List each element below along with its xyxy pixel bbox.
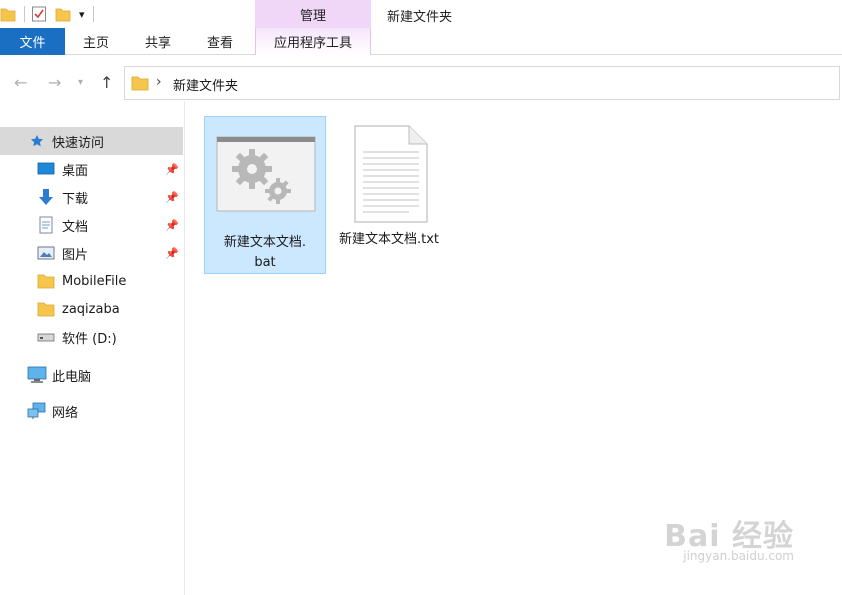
- sidebar-item-label: 文档: [62, 219, 89, 235]
- address-bar[interactable]: › 新建文件夹: [124, 66, 840, 100]
- ribbon-tabs: 文件 主页 共享 查看 应用程序工具: [0, 28, 842, 55]
- chevron-right-icon[interactable]: ›: [156, 74, 162, 90]
- folder-icon: [131, 76, 149, 91]
- tab-share[interactable]: 共享: [128, 28, 188, 55]
- sidebar-item-label: 软件 (D:): [62, 331, 117, 347]
- sidebar-item-downloads[interactable]: 下载 📌: [0, 183, 183, 211]
- pin-icon[interactable]: 📌: [165, 219, 179, 232]
- pin-icon[interactable]: 📌: [165, 247, 179, 260]
- text-file-icon: [354, 125, 428, 223]
- sidebar-item-label: 下载: [62, 191, 89, 207]
- sidebar-item-label: 此电脑: [52, 369, 92, 385]
- sidebar-item-mobilefile[interactable]: MobileFile: [0, 267, 183, 295]
- properties-icon[interactable]: [31, 5, 47, 23]
- watermark: Bai 经验 jingyan.baidu.com: [664, 511, 794, 563]
- tab-view[interactable]: 查看: [190, 28, 250, 55]
- up-arrow-icon[interactable]: ↑: [100, 73, 113, 92]
- sidebar-item-zaqizaba[interactable]: zaqizaba: [0, 295, 183, 323]
- quick-access-toolbar: ▾: [0, 4, 100, 24]
- tab-home[interactable]: 主页: [66, 28, 126, 55]
- toolbar-separator: [24, 6, 25, 22]
- pin-icon[interactable]: 📌: [165, 191, 179, 204]
- watermark-url: jingyan.baidu.com: [683, 549, 794, 563]
- customize-toolbar-icon[interactable]: ▾: [79, 8, 85, 21]
- recent-locations-icon[interactable]: ▾: [78, 77, 83, 88]
- sidebar-item-label: 桌面: [62, 163, 89, 179]
- tab-file[interactable]: 文件: [0, 28, 65, 55]
- file-name: 新建文本文档.txt: [338, 232, 440, 247]
- window-title: 新建文件夹: [387, 10, 453, 25]
- folder-icon: [37, 274, 55, 289]
- tab-application-tools[interactable]: 应用程序工具: [255, 28, 371, 55]
- new-folder-icon[interactable]: [55, 5, 71, 23]
- sidebar-item-desktop[interactable]: 桌面 📌: [0, 155, 183, 183]
- desktop-icon: [37, 162, 55, 175]
- file-item-txt[interactable]: 新建文本文档.txt: [328, 116, 450, 256]
- sidebar-item-documents[interactable]: 文档 📌: [0, 211, 183, 239]
- computer-icon: [27, 366, 47, 383]
- navigation-pane: 快速访问 桌面 📌 下载 📌 文档 📌 图片 📌 MobileFile zaqi…: [0, 101, 185, 595]
- title-bar: ▾ 管理 新建文件夹: [0, 0, 842, 28]
- network-icon: [27, 402, 46, 419]
- download-icon: [39, 189, 53, 205]
- folder-icon: [37, 302, 55, 317]
- back-arrow-icon[interactable]: ←: [14, 73, 27, 92]
- address-path[interactable]: 新建文件夹: [173, 75, 238, 94]
- file-explorer-window: ▾ 管理 新建文件夹 文件 主页 共享 查看 应用程序工具 ← → ▾ ↑ › …: [0, 0, 842, 595]
- batch-file-icon: [216, 136, 316, 212]
- file-name: 新建文本文档.: [223, 235, 307, 250]
- file-item-bat[interactable]: 新建文本文档. bat: [204, 116, 326, 274]
- documents-icon: [39, 216, 53, 234]
- sidebar-item-label: 网络: [52, 405, 79, 421]
- toolbar-separator: [92, 6, 94, 22]
- file-extension: bat: [254, 255, 276, 270]
- contextual-tab-header: 管理: [255, 0, 371, 28]
- sidebar-item-label: zaqizaba: [62, 301, 120, 317]
- sidebar-item-network[interactable]: 网络: [0, 397, 183, 425]
- star-icon: [31, 135, 43, 147]
- navigation-bar: ← → ▾ ↑ › 新建文件夹: [0, 63, 842, 101]
- sidebar-item-label: 快速访问: [52, 135, 105, 151]
- pictures-icon: [37, 246, 55, 260]
- drive-icon: [37, 333, 55, 342]
- sidebar-item-label: MobileFile: [62, 273, 127, 289]
- sidebar-item-quick-access[interactable]: 快速访问: [0, 127, 183, 155]
- pin-icon[interactable]: 📌: [165, 163, 179, 176]
- sidebar-item-drive-d[interactable]: 软件 (D:): [0, 323, 183, 351]
- sidebar-item-pictures[interactable]: 图片 📌: [0, 239, 183, 267]
- forward-arrow-icon[interactable]: →: [48, 73, 61, 92]
- sidebar-item-label: 图片: [62, 247, 89, 263]
- folder-icon[interactable]: [0, 5, 16, 23]
- sidebar-item-this-pc[interactable]: 此电脑: [0, 361, 183, 389]
